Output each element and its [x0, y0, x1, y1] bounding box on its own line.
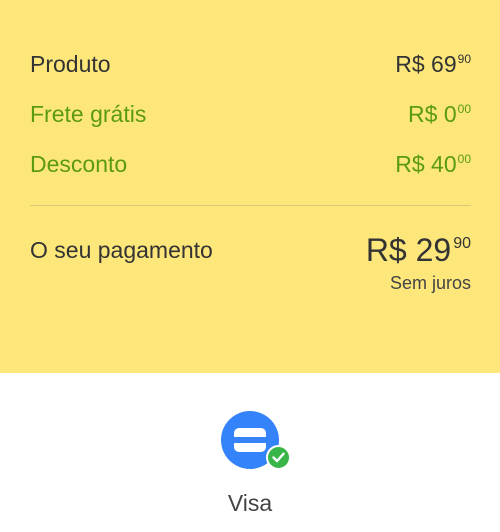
check-icon — [266, 445, 291, 470]
product-amount-value: R$ 69 — [395, 51, 457, 77]
shipping-amount-value: R$ 0 — [408, 101, 457, 127]
order-summary: Produto R$ 6990 Frete grátis R$ 000 Desc… — [0, 0, 500, 373]
installments-note: Sem juros — [389, 273, 471, 293]
payment-method-name: Visa — [227, 490, 273, 516]
payment-total-label: O seu pagamento — [30, 237, 213, 263]
product-row: Produto R$ 6990 — [30, 51, 471, 78]
shipping-label: Frete grátis — [30, 101, 147, 127]
summary-divider — [30, 205, 471, 206]
product-amount: R$ 6990 — [395, 51, 471, 78]
check-mark — [272, 452, 285, 463]
discount-amount: R$ 4000 — [395, 151, 471, 178]
payment-total-cents: 90 — [453, 235, 471, 252]
product-label: Produto — [30, 51, 111, 77]
shipping-row: Frete grátis R$ 000 — [30, 101, 471, 128]
shipping-amount: R$ 000 — [408, 101, 471, 128]
payment-total-amount: R$ 29 90 — [366, 232, 471, 269]
payment-total-value: R$ 29 — [365, 232, 452, 268]
card-glyph — [234, 428, 266, 452]
discount-label: Desconto — [30, 151, 128, 177]
product-amount-cents: 90 — [457, 52, 471, 66]
discount-amount-value: R$ 40 — [395, 151, 457, 177]
discount-amount-cents: 00 — [457, 152, 471, 166]
shipping-amount-cents: 00 — [457, 102, 471, 116]
discount-row: Desconto R$ 4000 — [30, 151, 471, 178]
